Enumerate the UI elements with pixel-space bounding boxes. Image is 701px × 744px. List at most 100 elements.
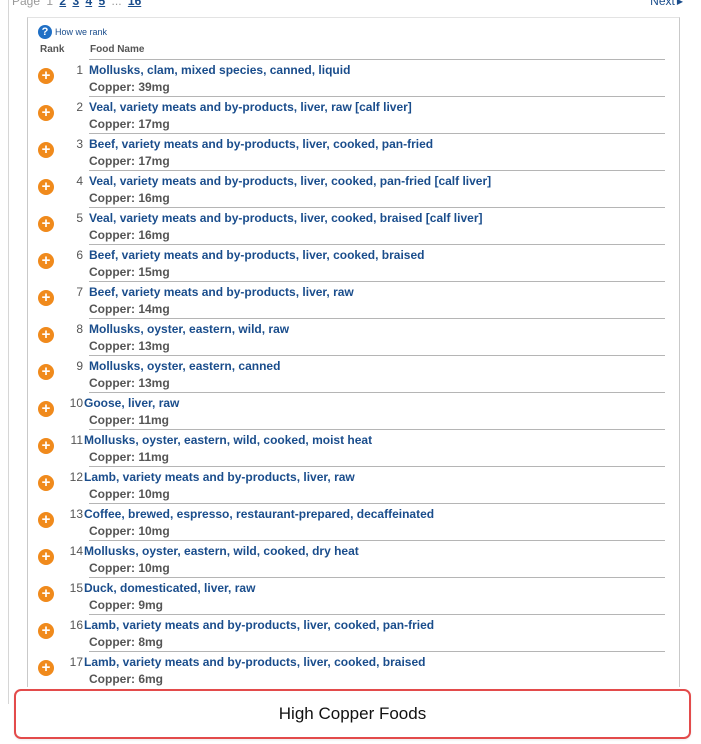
copper-value: Copper: 13mg xyxy=(89,339,170,353)
food-rank: 4 xyxy=(76,174,83,188)
food-list: + 1 Mollusks, clam, mixed species, canne… xyxy=(28,59,679,687)
row-divider xyxy=(89,170,665,171)
food-ranking-panel: ? How we rank Rank Food Name + 1 Mollusk… xyxy=(27,17,680,687)
next-page-link[interactable]: Next ▶ xyxy=(650,0,683,8)
pagination-page-5[interactable]: 5 xyxy=(99,0,106,8)
plus-circle-icon[interactable]: + xyxy=(38,364,54,380)
list-item: + 17 Lamb, variety meats and by-products… xyxy=(28,651,679,687)
food-name-link[interactable]: Beef, variety meats and by-products, liv… xyxy=(89,285,354,299)
copper-value: Copper: 16mg xyxy=(89,228,170,242)
plus-circle-icon[interactable]: + xyxy=(38,327,54,343)
food-rank: 10 xyxy=(69,396,83,410)
column-header-rank: Rank xyxy=(40,44,65,55)
copper-value: Copper: 10mg xyxy=(89,524,170,538)
plus-circle-icon[interactable]: + xyxy=(38,179,54,195)
list-item: + 3 Beef, variety meats and by-products,… xyxy=(28,133,679,170)
plus-circle-icon[interactable]: + xyxy=(38,549,54,565)
copper-value: Copper: 17mg xyxy=(89,154,170,168)
row-divider xyxy=(89,577,665,578)
triangle-right-icon: ▶ xyxy=(676,0,683,6)
copper-value: Copper: 17mg xyxy=(89,117,170,131)
row-divider xyxy=(89,503,665,504)
plus-circle-icon[interactable]: + xyxy=(38,475,54,491)
copper-value: Copper: 11mg xyxy=(89,450,170,464)
how-we-rank-link[interactable]: ? How we rank xyxy=(38,25,107,39)
row-divider xyxy=(89,59,665,60)
food-name-link[interactable]: Beef, variety meats and by-products, liv… xyxy=(89,137,433,151)
pagination-current-page: 1 xyxy=(46,0,54,8)
plus-circle-icon[interactable]: + xyxy=(38,68,54,84)
list-item: + 9 Mollusks, oyster, eastern, canned Co… xyxy=(28,355,679,392)
plus-circle-icon[interactable]: + xyxy=(38,401,54,417)
food-rank: 15 xyxy=(69,581,83,595)
pagination-page-last[interactable]: 16 xyxy=(128,0,141,8)
copper-value: Copper: 16mg xyxy=(89,191,170,205)
pagination-label: Page xyxy=(12,0,41,8)
plus-circle-icon[interactable]: + xyxy=(38,105,54,121)
food-rank: 6 xyxy=(76,248,83,262)
food-rank: 3 xyxy=(76,137,83,151)
food-name-link[interactable]: Mollusks, oyster, eastern, wild, cooked,… xyxy=(84,433,372,447)
food-name-link[interactable]: Lamb, variety meats and by-products, liv… xyxy=(84,618,434,632)
food-name-link[interactable]: Veal, variety meats and by-products, liv… xyxy=(89,100,412,114)
plus-circle-icon[interactable]: + xyxy=(38,660,54,676)
list-item: + 11 Mollusks, oyster, eastern, wild, co… xyxy=(28,429,679,466)
food-rank: 16 xyxy=(69,618,83,632)
row-divider xyxy=(89,318,665,319)
pagination-page-4[interactable]: 4 xyxy=(85,0,92,8)
row-divider xyxy=(89,207,665,208)
copper-value: Copper: 10mg xyxy=(89,487,170,501)
copper-value: Copper: 6mg xyxy=(89,672,164,686)
row-divider xyxy=(89,651,665,652)
food-name-link[interactable]: Mollusks, oyster, eastern, wild, raw xyxy=(89,322,289,336)
list-item: + 8 Mollusks, oyster, eastern, wild, raw… xyxy=(28,318,679,355)
list-item: + 2 Veal, variety meats and by-products,… xyxy=(28,96,679,133)
list-item: + 1 Mollusks, clam, mixed species, canne… xyxy=(28,59,679,96)
food-rank: 14 xyxy=(69,544,83,558)
food-name-link[interactable]: Lamb, variety meats and by-products, liv… xyxy=(84,655,425,669)
row-divider xyxy=(89,96,665,97)
plus-circle-icon[interactable]: + xyxy=(38,586,54,602)
food-name-link[interactable]: Mollusks, clam, mixed species, canned, l… xyxy=(89,63,350,77)
list-item: + 7 Beef, variety meats and by-products,… xyxy=(28,281,679,318)
food-name-link[interactable]: Beef, variety meats and by-products, liv… xyxy=(89,248,424,262)
pagination-page-3[interactable]: 3 xyxy=(72,0,79,8)
food-name-link[interactable]: Coffee, brewed, espresso, restaurant-pre… xyxy=(84,507,434,521)
plus-circle-icon[interactable]: + xyxy=(38,290,54,306)
copper-value: Copper: 11mg xyxy=(89,413,170,427)
plus-circle-icon[interactable]: + xyxy=(38,142,54,158)
food-rank: 11 xyxy=(70,433,83,447)
food-name-link[interactable]: Lamb, variety meats and by-products, liv… xyxy=(84,470,355,484)
caption-box: High Copper Foods xyxy=(14,689,691,739)
row-divider xyxy=(89,466,665,467)
food-name-link[interactable]: Goose, liver, raw xyxy=(84,396,179,410)
plus-circle-icon[interactable]: + xyxy=(38,512,54,528)
copper-value: Copper: 9mg xyxy=(89,598,164,612)
list-item: + 5 Veal, variety meats and by-products,… xyxy=(28,207,679,244)
list-item: + 12 Lamb, variety meats and by-products… xyxy=(28,466,679,503)
food-name-link[interactable]: Veal, variety meats and by-products, liv… xyxy=(89,211,483,225)
plus-circle-icon[interactable]: + xyxy=(38,216,54,232)
food-rank: 5 xyxy=(76,211,83,225)
food-name-link[interactable]: Mollusks, oyster, eastern, wild, cooked,… xyxy=(84,544,359,558)
list-item: + 16 Lamb, variety meats and by-products… xyxy=(28,614,679,651)
plus-circle-icon[interactable]: + xyxy=(38,253,54,269)
food-rank: 17 xyxy=(69,655,83,669)
row-divider xyxy=(89,540,665,541)
row-divider xyxy=(89,614,665,615)
list-item: + 13 Coffee, brewed, espresso, restauran… xyxy=(28,503,679,540)
next-page-label: Next xyxy=(650,0,675,8)
list-item: + 4 Veal, variety meats and by-products,… xyxy=(28,170,679,207)
plus-circle-icon[interactable]: + xyxy=(38,438,54,454)
food-name-link[interactable]: Mollusks, oyster, eastern, canned xyxy=(89,359,280,373)
list-item: + 6 Beef, variety meats and by-products,… xyxy=(28,244,679,281)
copper-value: Copper: 10mg xyxy=(89,561,170,575)
food-name-link[interactable]: Duck, domesticated, liver, raw xyxy=(84,581,255,595)
row-divider xyxy=(89,244,665,245)
food-rank: 1 xyxy=(76,63,83,77)
plus-circle-icon[interactable]: + xyxy=(38,623,54,639)
food-name-link[interactable]: Veal, variety meats and by-products, liv… xyxy=(89,174,491,188)
food-rank: 13 xyxy=(69,507,83,521)
pagination-page-2[interactable]: 2 xyxy=(59,0,66,8)
row-divider xyxy=(89,355,665,356)
